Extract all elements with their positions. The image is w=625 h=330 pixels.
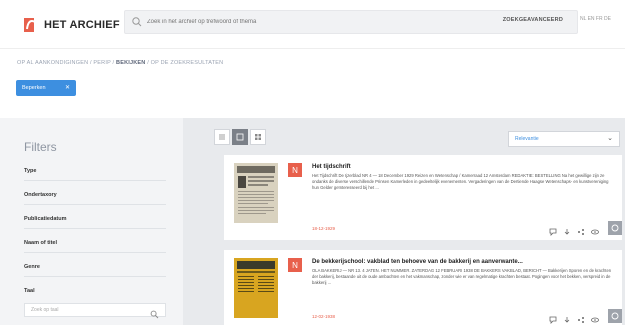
sort-value: Relevantie xyxy=(515,136,539,142)
newspaper-thumbnail[interactable] xyxy=(234,163,278,223)
download-icon[interactable] xyxy=(562,312,572,323)
filter-subject[interactable]: Ondertaxory xyxy=(24,192,57,198)
result-description: Het Tijdschrift De Ijzerblad NR 4 — 18 D… xyxy=(312,173,609,190)
filter-chip-button[interactable]: Beperken ✕ xyxy=(16,80,76,96)
download-icon[interactable] xyxy=(562,224,572,235)
advanced-search-link[interactable]: ZOEKGEAVANCEERD xyxy=(503,17,563,23)
close-icon[interactable]: ✕ xyxy=(65,84,70,91)
view-icon[interactable] xyxy=(590,312,600,323)
logo-mark-icon xyxy=(24,15,40,35)
breadcrumb-suffix: / OP DE ZOEKRESULTATEN xyxy=(147,60,224,66)
search-icon[interactable] xyxy=(150,306,159,319)
newspaper-type-badge: N xyxy=(288,258,302,272)
search-icon[interactable] xyxy=(131,15,143,27)
chevron-down-icon: ⌄ xyxy=(607,135,613,142)
language-switcher[interactable]: NL EN FR DE xyxy=(580,16,611,22)
result-card[interactable]: N Het tijdschrift Het Tijdschrift De Ijz… xyxy=(224,155,622,240)
more-options-button[interactable] xyxy=(608,221,622,235)
grid-view-button[interactable] xyxy=(232,129,248,145)
result-date: 12-02-1938 xyxy=(312,314,336,319)
breadcrumb-prefix[interactable]: OP AL AANKONDIGINGEN / PERIP / xyxy=(17,60,114,66)
view-icon[interactable] xyxy=(590,224,600,235)
top-header: HET ARCHIEF ZOEKGEAVANCEERD NL EN FR DE xyxy=(0,0,625,49)
result-date: 18-12-1929 xyxy=(312,226,336,231)
language-filter-input[interactable]: Zoek op taal xyxy=(24,303,166,319)
breadcrumb: OP AL AANKONDIGINGEN / PERIP / BEKIJKEN … xyxy=(17,60,223,66)
logo-text: HET ARCHIEF xyxy=(44,19,120,31)
result-actions xyxy=(544,224,600,236)
comment-icon[interactable] xyxy=(548,224,558,236)
share-icon[interactable] xyxy=(576,312,586,323)
filter-divider xyxy=(24,228,166,229)
sort-select[interactable]: Relevantie ⌄ xyxy=(508,131,620,147)
filter-genre[interactable]: Genre xyxy=(24,264,40,270)
filter-publication-date[interactable]: Publicatiedatum xyxy=(24,216,66,222)
more-icon xyxy=(611,224,619,232)
filter-type[interactable]: Type xyxy=(24,168,36,174)
filter-divider xyxy=(24,276,166,277)
filter-chip-label: Beperken xyxy=(22,85,46,91)
search-bar[interactable]: ZOEKGEAVANCEERD xyxy=(124,10,578,34)
filter-divider xyxy=(24,252,166,253)
list-view-button[interactable] xyxy=(214,129,230,145)
filters-title: Filters xyxy=(24,140,57,154)
grid-icon xyxy=(236,133,244,141)
newspaper-type-badge: N xyxy=(288,163,302,177)
filter-divider xyxy=(24,180,166,181)
search-input[interactable] xyxy=(147,14,467,30)
language-filter-placeholder: Zoek op taal xyxy=(31,307,59,313)
filter-language[interactable]: Taal xyxy=(24,288,35,294)
list-icon xyxy=(219,134,225,140)
more-icon xyxy=(611,312,619,320)
view-toggle xyxy=(214,129,268,145)
result-title[interactable]: Het tijdschrift xyxy=(312,164,351,170)
result-actions xyxy=(544,312,600,324)
comment-icon[interactable] xyxy=(548,312,558,324)
magazine-thumbnail[interactable] xyxy=(234,258,278,318)
result-title[interactable]: De bekkerijschool: vakblad ten behoeve v… xyxy=(312,259,523,265)
share-icon[interactable] xyxy=(576,224,586,235)
small-grid-icon xyxy=(255,134,261,140)
logo[interactable]: HET ARCHIEF xyxy=(24,14,120,36)
filter-name-title[interactable]: Naam of titel xyxy=(24,240,57,246)
more-options-button[interactable] xyxy=(608,309,622,323)
result-description: OLA BAKKERIJ — NR 13. 4 JATEN. HET NUMME… xyxy=(312,268,612,285)
result-card[interactable]: N De bekkerijschool: vakblad ten behoeve… xyxy=(224,250,622,325)
small-grid-view-button[interactable] xyxy=(250,129,266,145)
filter-divider xyxy=(24,204,166,205)
breadcrumb-current: BEKIJKEN xyxy=(116,60,146,66)
